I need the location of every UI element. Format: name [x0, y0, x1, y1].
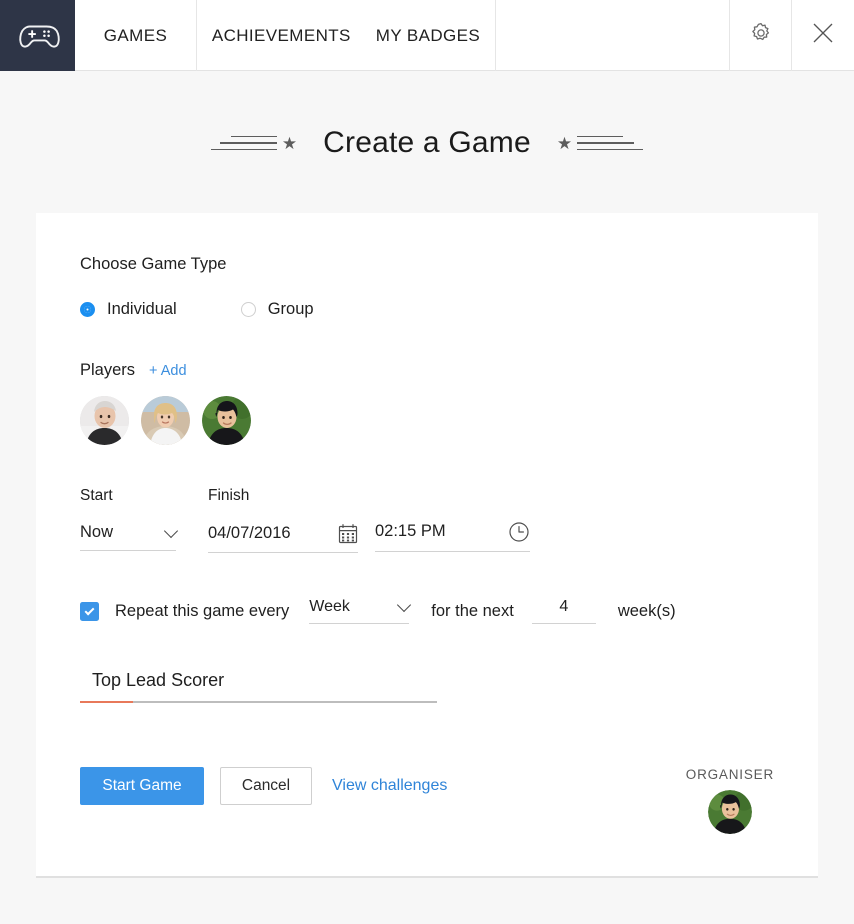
- start-field: Start Now: [80, 487, 179, 553]
- chevron-down-icon: [397, 597, 412, 613]
- player-avatar-1[interactable]: [80, 396, 129, 445]
- cancel-button[interactable]: Cancel: [220, 766, 312, 805]
- organiser-label: ORGANISER: [685, 766, 774, 782]
- game-type-radio-group: Individual Group: [80, 300, 774, 319]
- repeat-row: Repeat this game every Week for the next…: [80, 597, 774, 624]
- finish-time-field: 02:15 PM: [375, 487, 530, 553]
- settings-button[interactable]: [730, 0, 792, 71]
- radio-individual-label: Individual: [107, 300, 177, 318]
- add-player-link[interactable]: + Add: [149, 363, 187, 379]
- clock-icon[interactable]: [508, 521, 530, 543]
- game-name-field[interactable]: Top Lead Scorer: [80, 670, 437, 703]
- radio-individual-input[interactable]: [80, 302, 95, 317]
- nav-tab-group: ACHIEVEMENTS MY BADGES: [197, 0, 496, 71]
- radio-option-individual[interactable]: Individual: [80, 300, 177, 319]
- top-navigation-bar: GAMES ACHIEVEMENTS MY BADGES: [0, 0, 854, 71]
- star-lines-icon: ★: [557, 135, 644, 152]
- radio-group-label: Group: [267, 300, 314, 318]
- view-challenges-link[interactable]: View challenges: [332, 767, 447, 805]
- lines-star-icon: ★: [210, 135, 297, 152]
- nav-tab-games-label: GAMES: [103, 25, 168, 45]
- nav-tab-games[interactable]: GAMES: [75, 0, 197, 71]
- finish-date-input[interactable]: 04/07/2016: [208, 523, 358, 553]
- finish-time-value: 02:15 PM: [375, 522, 446, 540]
- nav-empty-space: [496, 0, 730, 71]
- organiser-avatar[interactable]: [707, 789, 752, 834]
- chevron-down-icon: [163, 523, 179, 538]
- start-game-button[interactable]: Start Game: [80, 766, 204, 805]
- start-select[interactable]: Now: [80, 523, 179, 551]
- players-label: Players: [80, 361, 136, 379]
- nav-tab-achievements[interactable]: ACHIEVEMENTS: [212, 26, 351, 46]
- repeat-interval-value: Week: [309, 598, 350, 615]
- players-header: Players + Add: [80, 361, 774, 380]
- card-footer: Start Game Cancel View challenges ORGANI…: [80, 766, 774, 834]
- close-icon: [810, 20, 836, 51]
- time-label-spacer: [375, 487, 530, 503]
- app-logo[interactable]: [0, 0, 75, 71]
- repeat-checkbox[interactable]: [80, 601, 99, 621]
- repeat-next-label: for the next: [431, 601, 514, 620]
- calendar-icon[interactable]: [338, 523, 358, 544]
- close-button[interactable]: [792, 0, 854, 71]
- gamepad-icon: [15, 20, 61, 52]
- finish-date-field: Finish 04/07/2016: [208, 487, 358, 553]
- player-avatar-3[interactable]: [202, 396, 251, 445]
- repeat-count-value: 4: [559, 598, 569, 615]
- finish-label: Finish: [208, 487, 250, 504]
- radio-option-group[interactable]: Group: [240, 300, 314, 319]
- repeat-unit-label: week(s): [617, 601, 676, 620]
- check-icon: [84, 605, 95, 615]
- finish-time-input[interactable]: 02:15 PM: [375, 521, 530, 552]
- game-name-value[interactable]: Top Lead Scorer: [80, 670, 437, 701]
- players-avatar-list: [80, 396, 774, 445]
- gear-icon: [749, 21, 773, 50]
- radio-group-input[interactable]: [240, 302, 256, 317]
- player-avatar-2[interactable]: [141, 396, 190, 445]
- organiser-block: ORGANISER: [686, 767, 774, 834]
- start-label: Start: [80, 487, 113, 504]
- nav-tab-my-badges[interactable]: MY BADGES: [376, 26, 480, 46]
- repeat-count-input[interactable]: 4: [531, 598, 596, 624]
- schedule-row: Start Now Finish 04/07/2016 02:15 PM: [80, 487, 774, 553]
- page-title: Create a Game: [323, 126, 531, 159]
- repeat-interval-select[interactable]: Week: [309, 597, 412, 624]
- game-type-label: Choose Game Type: [80, 255, 227, 273]
- create-game-card: Choose Game Type Individual Group Player…: [36, 213, 818, 878]
- start-value: Now: [80, 523, 114, 541]
- repeat-label: Repeat this game every: [115, 601, 290, 620]
- page-title-row: ★ Create a Game ★: [0, 126, 854, 160]
- game-name-underline: [80, 700, 437, 703]
- finish-date-value: 04/07/2016: [208, 524, 291, 542]
